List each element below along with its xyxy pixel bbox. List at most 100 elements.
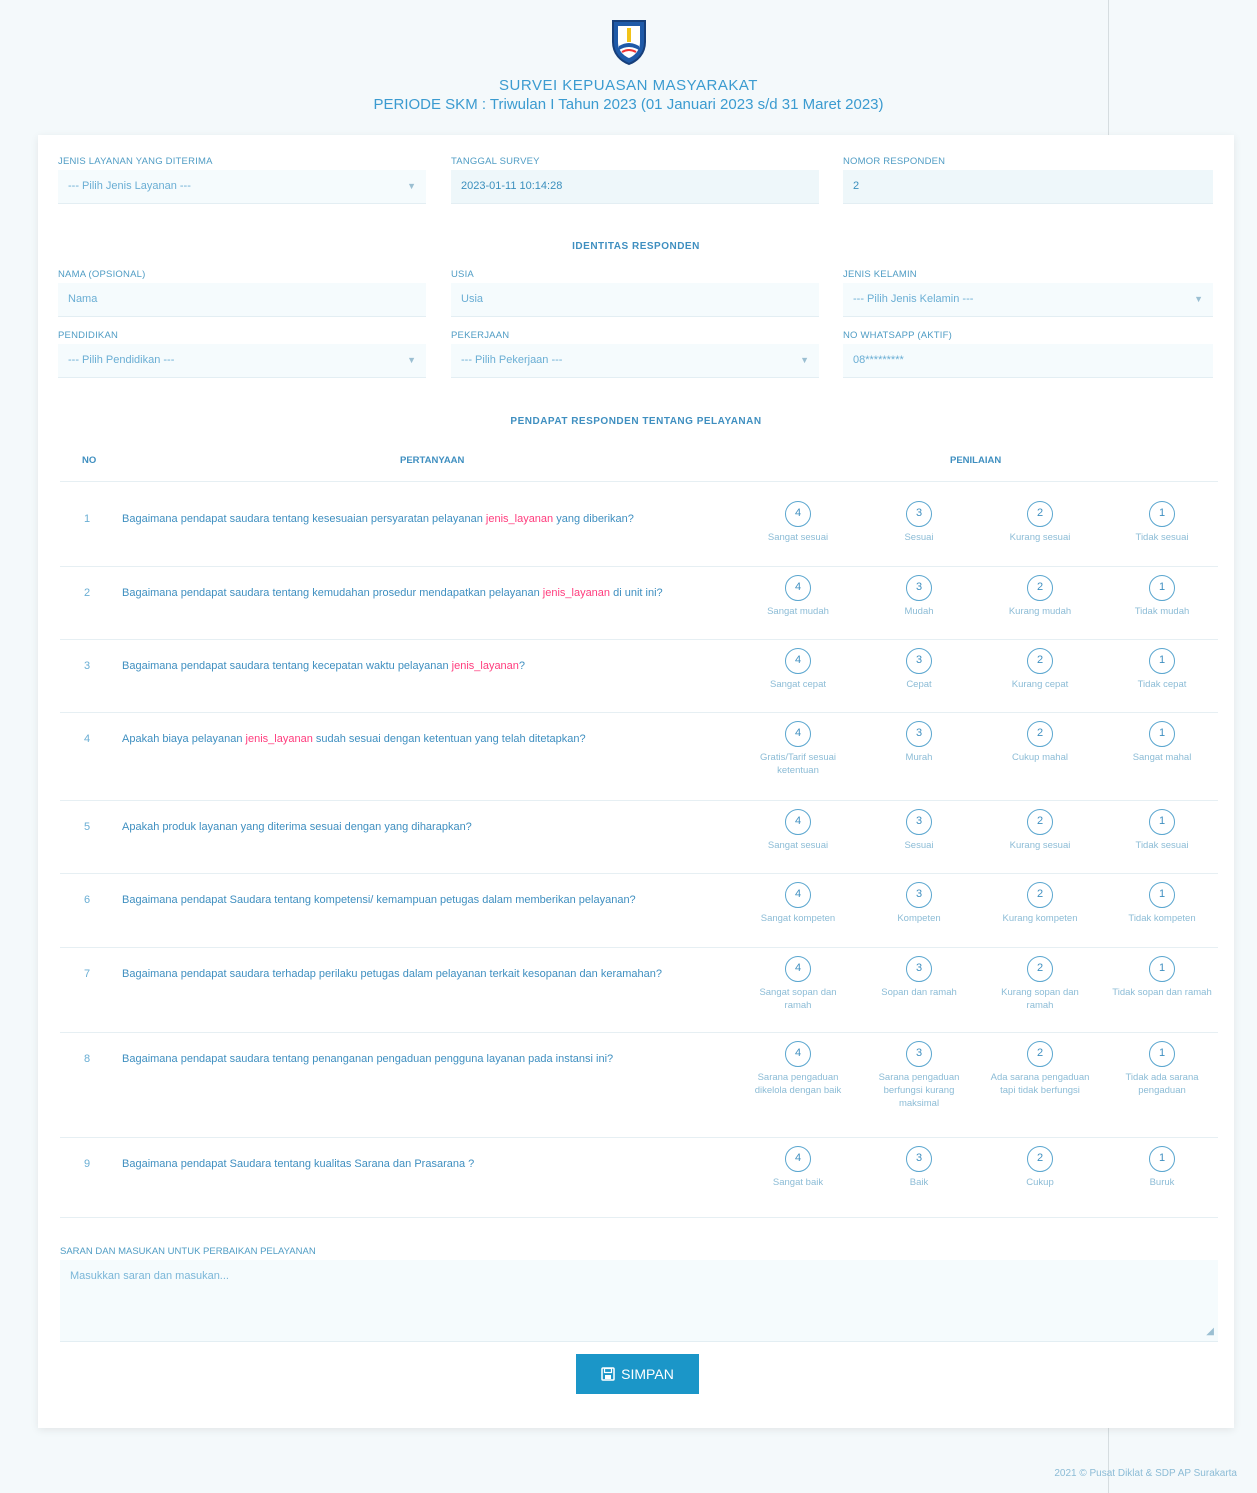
rating-radio[interactable]: 3 — [906, 501, 932, 527]
rating-radio[interactable]: 4 — [785, 1041, 811, 1067]
rating-option[interactable]: 4 Sangat sesuai — [748, 809, 848, 852]
rating-radio[interactable]: 1 — [1149, 648, 1175, 674]
rating-option[interactable]: 1 Tidak sesuai — [1112, 501, 1212, 544]
rating-radio[interactable]: 3 — [906, 956, 932, 982]
whatsapp-input[interactable]: 08********* — [843, 344, 1213, 378]
rating-radio[interactable]: 4 — [785, 501, 811, 527]
rating-radio[interactable]: 1 — [1149, 882, 1175, 908]
rating-option[interactable]: 3 Sesuai — [869, 501, 969, 544]
rating-radio[interactable]: 4 — [785, 648, 811, 674]
rating-option[interactable]: 2 Kurang cepat — [990, 648, 1090, 691]
rating-radio[interactable]: 2 — [1027, 882, 1053, 908]
usia-input[interactable]: Usia — [451, 283, 819, 317]
rating-option[interactable]: 3 Sesuai — [869, 809, 969, 852]
rating-option[interactable]: 3 Baik — [869, 1146, 969, 1189]
rating-option[interactable]: 3 Sopan dan ramah — [869, 956, 969, 999]
rating-label: Tidak sesuai — [1135, 840, 1189, 851]
question-text: Apakah biaya pelayanan jenis_layanan sud… — [122, 733, 762, 745]
rating-option[interactable]: 2 Kurang sesuai — [990, 809, 1090, 852]
rating-option[interactable]: 2 Kurang mudah — [990, 575, 1090, 618]
rating-radio[interactable]: 3 — [906, 882, 932, 908]
rating-radio[interactable]: 4 — [785, 956, 811, 982]
rating-radio[interactable]: 2 — [1027, 956, 1053, 982]
rating-option[interactable]: 4 Sangat baik — [748, 1146, 848, 1189]
rating-radio[interactable]: 3 — [906, 575, 932, 601]
rating-option[interactable]: 1 Tidak sopan dan ramah — [1112, 956, 1212, 999]
rating-option[interactable]: 4 Sangat cepat — [748, 648, 848, 691]
rating-option[interactable]: 1 Tidak ada sarana pengaduan — [1112, 1041, 1212, 1097]
rating-radio[interactable]: 2 — [1027, 1146, 1053, 1172]
rating-option[interactable]: 1 Tidak mudah — [1112, 575, 1212, 618]
simpan-button[interactable]: SIMPAN — [576, 1354, 699, 1394]
rating-option[interactable]: 2 Kurang kompeten — [990, 882, 1090, 925]
rating-label: Kurang cepat — [1011, 679, 1069, 690]
question-row: 9 Bagaimana pendapat Saudara tentang kual… — [60, 1138, 1218, 1218]
rating-option[interactable]: 1 Buruk — [1112, 1146, 1212, 1189]
rating-option[interactable]: 3 Sarana pengaduan berfungsi kurang maksi… — [869, 1041, 969, 1110]
rating-radio[interactable]: 1 — [1149, 956, 1175, 982]
rating-option[interactable]: 4 Sangat sopan dan ramah — [748, 956, 848, 1012]
question-text: Apakah produk layanan yang diterima sesu… — [122, 821, 762, 833]
rating-radio[interactable]: 1 — [1149, 501, 1175, 527]
rating-option[interactable]: 3 Murah — [869, 721, 969, 764]
rating-radio[interactable]: 3 — [906, 648, 932, 674]
usia-placeholder: Usia — [461, 293, 484, 305]
nama-input[interactable]: Nama — [58, 283, 426, 317]
rating-option[interactable]: 4 Sangat kompeten — [748, 882, 848, 925]
rating-radio[interactable]: 1 — [1149, 1146, 1175, 1172]
rating-radio[interactable]: 4 — [785, 882, 811, 908]
rating-option[interactable]: 4 Sarana pengaduan dikelola dengan baik — [748, 1041, 848, 1097]
rating-option[interactable]: 4 Sangat mudah — [748, 575, 848, 618]
jenis-layanan-select[interactable]: --- Pilih Jenis Layanan --- ▼ — [58, 170, 426, 204]
rating-option[interactable]: 1 Tidak kompeten — [1112, 882, 1212, 925]
rating-option[interactable]: 4 Sangat sesuai — [748, 501, 848, 544]
rating-radio[interactable]: 4 — [785, 1146, 811, 1172]
rating-radio[interactable]: 2 — [1027, 721, 1053, 747]
rating-option[interactable]: 2 Ada sarana pengaduan tapi tidak berfung… — [990, 1041, 1090, 1097]
chevron-down-icon: ▼ — [407, 181, 416, 191]
rating-radio[interactable]: 4 — [785, 575, 811, 601]
rating-option[interactable]: 1 Tidak cepat — [1112, 648, 1212, 691]
pendapat-section-title: PENDAPAT RESPONDEN TENTANG PELAYANAN — [510, 416, 762, 427]
question-row: 3 Bagaimana pendapat saudara tentang kece… — [60, 640, 1218, 713]
rating-option[interactable]: 4 Gratis/Tarif sesuai ketentuan — [748, 721, 848, 777]
col-penilaian: PENILAIAN — [950, 455, 1002, 466]
floppy-disk-icon — [601, 1367, 615, 1381]
rating-radio[interactable]: 4 — [785, 721, 811, 747]
rating-label: Tidak cepat — [1137, 679, 1187, 690]
rating-option[interactable]: 3 Cepat — [869, 648, 969, 691]
rating-radio[interactable]: 3 — [906, 721, 932, 747]
rating-option[interactable]: 2 Kurang sesuai — [990, 501, 1090, 544]
rating-radio[interactable]: 1 — [1149, 1041, 1175, 1067]
rating-radio[interactable]: 2 — [1027, 809, 1053, 835]
question-row: 8 Bagaimana pendapat saudara tentang pena… — [60, 1033, 1218, 1138]
rating-radio[interactable]: 3 — [906, 1041, 932, 1067]
rating-option[interactable]: 3 Kompeten — [869, 882, 969, 925]
rating-radio[interactable]: 1 — [1149, 721, 1175, 747]
rating-option[interactable]: 3 Mudah — [869, 575, 969, 618]
rating-radio[interactable]: 1 — [1149, 575, 1175, 601]
rating-option[interactable]: 1 Sangat mahal — [1112, 721, 1212, 764]
pekerjaan-select[interactable]: --- Pilih Pekerjaan --- ▼ — [451, 344, 819, 378]
resize-handle-icon[interactable]: ◢ — [1206, 1326, 1214, 1337]
service-placeholder-highlight: jenis_layanan — [542, 587, 611, 599]
pendidikan-select[interactable]: --- Pilih Pendidikan --- ▼ — [58, 344, 426, 378]
rating-radio[interactable]: 2 — [1027, 648, 1053, 674]
rating-radio[interactable]: 3 — [906, 809, 932, 835]
jenis-kelamin-select[interactable]: --- Pilih Jenis Kelamin --- ▼ — [843, 283, 1213, 317]
saran-textarea[interactable]: Masukkan saran dan masukan... ◢ — [60, 1260, 1218, 1342]
rating-option[interactable]: 2 Cukup — [990, 1146, 1090, 1189]
question-text: Bagaimana pendapat saudara terhadap peri… — [122, 968, 762, 980]
rating-radio[interactable]: 4 — [785, 809, 811, 835]
rating-radio[interactable]: 3 — [906, 1146, 932, 1172]
rating-option[interactable]: 1 Tidak sesuai — [1112, 809, 1212, 852]
rating-radio[interactable]: 2 — [1027, 501, 1053, 527]
question-text: Bagaimana pendapat Saudara tentang kuali… — [122, 1158, 762, 1170]
rating-radio[interactable]: 1 — [1149, 809, 1175, 835]
question-table-header: NO PERTANYAAN PENILAIAN — [60, 455, 1210, 477]
rating-radio[interactable]: 2 — [1027, 1041, 1053, 1067]
question-number: 2 — [84, 587, 91, 599]
rating-option[interactable]: 2 Cukup mahal — [990, 721, 1090, 764]
rating-radio[interactable]: 2 — [1027, 575, 1053, 601]
rating-option[interactable]: 2 Kurang sopan dan ramah — [990, 956, 1090, 1012]
